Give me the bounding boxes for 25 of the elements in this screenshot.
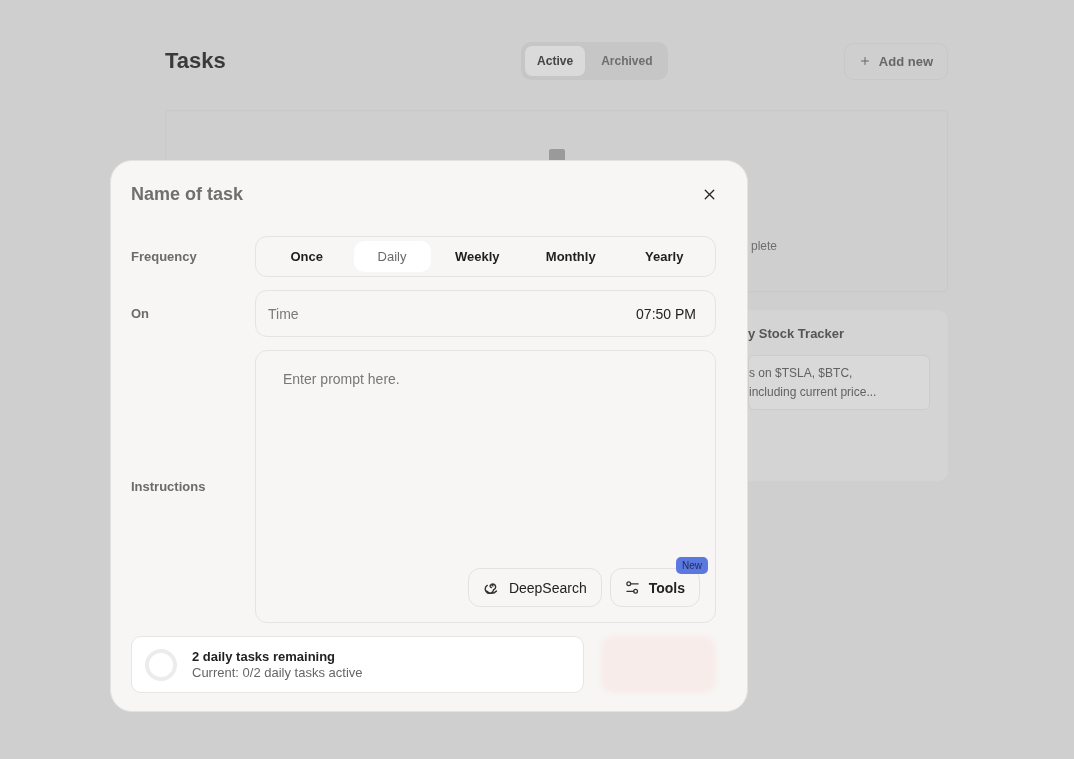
field-label: Instructions [131, 479, 207, 494]
deepsearch-button[interactable]: DeepSearch [467, 568, 602, 607]
sliders-icon [624, 580, 640, 595]
field-label: On [131, 306, 151, 321]
page-title: Tasks [165, 48, 226, 74]
frequency-option[interactable]: Once [260, 241, 354, 272]
field-label: Frequency [131, 249, 198, 264]
frequency-option[interactable]: Yearly [617, 241, 711, 272]
empty-state-icon [549, 149, 565, 161]
time-field[interactable]: Time 07:50 PM [255, 290, 716, 337]
frequency-option[interactable]: Weekly [430, 241, 524, 272]
new-badge: New [676, 557, 708, 574]
task-title: y Stock Tracker [748, 326, 846, 341]
empty-state-text: plete [751, 239, 779, 253]
task-description-line: including current price... [749, 385, 878, 399]
dialog-title: Name of task [131, 183, 244, 205]
tools-button[interactable]: Tools [609, 568, 700, 607]
frequency-option[interactable]: Monthly [524, 241, 618, 272]
plus-icon [858, 55, 871, 67]
task-description-line: s on $TSLA, $BTC, [749, 366, 854, 380]
add-new-button[interactable]: Add new [843, 42, 948, 80]
quota-detail: Current: 0/2 daily tasks active [192, 665, 363, 680]
quota-title: 2 daily tasks remaining [192, 649, 337, 664]
tab[interactable]: Active [525, 46, 586, 76]
frequency-option[interactable]: Daily [353, 241, 431, 272]
